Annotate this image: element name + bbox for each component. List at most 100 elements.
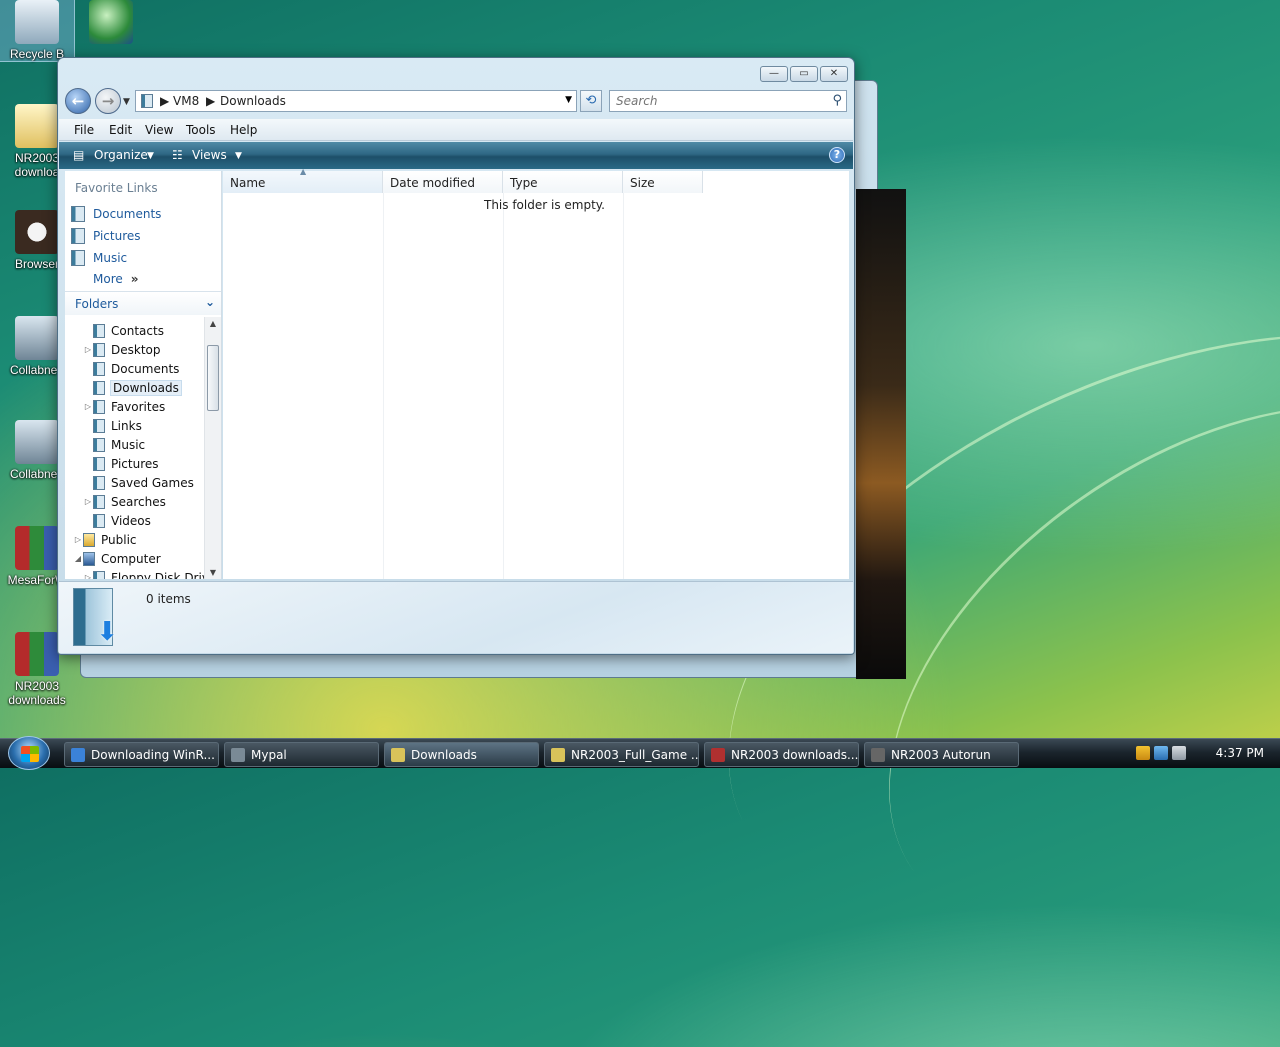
folders-header[interactable]: Folders ⌄ (65, 291, 221, 315)
folder-tree-item[interactable]: Music (83, 435, 145, 454)
downloads-folder-icon: ⬇ (73, 588, 118, 647)
item-count: 0 items (146, 592, 191, 606)
taskbar-button[interactable]: NR2003 Autorun (864, 742, 1019, 767)
favorite-more[interactable]: More » (93, 272, 139, 286)
favorite-documents[interactable]: Documents (71, 206, 161, 222)
music-icon (71, 250, 85, 266)
folder-tree-item[interactable]: ▷ Searches (83, 492, 166, 511)
folder-tree-item[interactable]: Downloads (83, 378, 182, 397)
back-button[interactable]: ← (65, 88, 91, 114)
menu-tools[interactable]: Tools (186, 123, 216, 137)
folder-tree-item[interactable]: Contacts (83, 321, 164, 340)
volume-muted-icon[interactable] (1172, 746, 1186, 760)
navigation-pane: Favorite Links Documents Pictures Music … (65, 171, 222, 579)
column-size[interactable]: Size (623, 171, 703, 193)
folder-tree-item[interactable]: ▷ Favorites (83, 397, 165, 416)
menu-file[interactable]: File (74, 123, 94, 137)
refresh-button[interactable]: ⟲ (580, 90, 602, 112)
app-icon (71, 747, 85, 762)
start-button[interactable] (8, 736, 50, 770)
breadcrumb-separator[interactable]: ▶ (206, 94, 215, 108)
views-dropdown-icon[interactable]: ▼ (235, 151, 242, 161)
column-divider (503, 193, 504, 579)
taskbar-button-label: NR2003_Full_Game ... (571, 747, 699, 762)
taskbar-button[interactable]: Mypal (224, 742, 379, 767)
folder-tree-label: Videos (111, 513, 151, 528)
network-icon[interactable] (1154, 746, 1168, 760)
desktop-icon-label: NR2003 downloads (8, 679, 66, 707)
favorite-pictures[interactable]: Pictures (71, 228, 141, 244)
menu-view[interactable]: View (145, 123, 173, 137)
expander-icon[interactable]: ▷ (83, 345, 93, 354)
scroll-down-icon[interactable]: ▼ (205, 568, 221, 577)
menu-edit[interactable]: Edit (109, 123, 132, 137)
network-globe-icon (89, 0, 133, 44)
expander-icon[interactable]: ▷ (83, 402, 93, 411)
desktop-icon[interactable] (74, 0, 148, 47)
folder-tree-item[interactable]: Videos (83, 511, 151, 530)
address-bar[interactable]: ▶ VM8 ▶ Downloads ▼ (135, 90, 577, 112)
folder-tree-item[interactable]: ◢ Computer (73, 549, 161, 568)
caption-buttons: — ▭ ✕ (760, 66, 848, 82)
favorite-music[interactable]: Music (71, 250, 127, 266)
expander-icon[interactable]: ▷ (83, 497, 93, 506)
taskbar-button[interactable]: NR2003 downloads.... (704, 742, 859, 767)
collapse-chevron-icon[interactable]: ⌄ (205, 295, 215, 309)
taskbar-button[interactable]: Downloading WinR... (64, 742, 219, 767)
column-name[interactable]: ▲ Name (223, 167, 383, 193)
file-list[interactable]: ▲ Name Date modified Type Size This fold… (223, 167, 849, 579)
breadcrumb-separator[interactable]: ▶ (160, 94, 169, 108)
search-input[interactable] (614, 92, 814, 110)
column-name-label: Name (230, 176, 266, 190)
expander-icon[interactable]: ▷ (73, 535, 83, 544)
search-box[interactable]: ⚲ (609, 90, 847, 112)
folder-icon (93, 570, 105, 579)
folder-tree-item[interactable]: ▷ Floppy Disk Drive (83, 568, 205, 579)
clock[interactable]: 4:37 PM (1216, 746, 1264, 760)
breadcrumb-vm8[interactable]: VM8 (173, 94, 199, 108)
taskbar-button[interactable]: NR2003_Full_Game ... (544, 742, 699, 767)
scroll-up-icon[interactable]: ▲ (205, 319, 221, 328)
desktop-icon[interactable]: Recycle B (0, 0, 75, 62)
organize-dropdown-icon[interactable]: ▼ (147, 151, 154, 161)
folder-icon (93, 418, 105, 433)
organize-button[interactable]: Organize (94, 148, 148, 162)
forward-button[interactable]: → (95, 88, 121, 114)
app-icon (231, 747, 245, 762)
menu-help[interactable]: Help (230, 123, 257, 137)
folder-tree-item[interactable]: Saved Games (83, 473, 194, 492)
help-icon[interactable]: ? (829, 147, 845, 163)
taskbar-button[interactable]: Downloads (384, 742, 539, 767)
security-shield-icon[interactable] (1136, 746, 1150, 760)
folder-tree-label: Saved Games (111, 475, 194, 490)
favorite-label: Pictures (93, 229, 141, 243)
minimize-button[interactable]: — (760, 66, 788, 82)
favorite-label: Documents (93, 207, 162, 221)
column-type[interactable]: Type (503, 171, 623, 193)
folder-tree-label: Documents (111, 361, 180, 376)
expander-icon[interactable]: ▷ (83, 573, 93, 579)
folder-tree-item[interactable]: Pictures (83, 454, 159, 473)
folder-tree-label: Downloads (110, 379, 182, 396)
close-button[interactable]: ✕ (820, 66, 848, 82)
folder-tree-item[interactable]: ▷ Public (73, 530, 137, 549)
folder-icon (93, 437, 105, 452)
maximize-button[interactable]: ▭ (790, 66, 818, 82)
app-icon (391, 747, 405, 762)
favorite-links-header: Favorite Links (75, 181, 158, 195)
address-dropdown-icon[interactable]: ▼ (565, 95, 572, 105)
recent-pages-dropdown-icon[interactable]: ▼ (123, 97, 130, 107)
folder-tree-item[interactable]: ▷ Desktop (83, 340, 161, 359)
scrollbar-thumb[interactable] (207, 345, 219, 411)
breadcrumb-downloads[interactable]: Downloads (220, 94, 286, 108)
taskbar-button-label: Downloads (411, 747, 477, 762)
folder-tree-item[interactable]: Links (83, 416, 142, 435)
column-date-modified[interactable]: Date modified (383, 171, 503, 193)
views-button[interactable]: Views (192, 148, 227, 162)
folder-tree-item[interactable]: Documents (83, 359, 179, 378)
expander-icon[interactable]: ◢ (73, 554, 83, 563)
folder-tree-scrollbar[interactable]: ▲ ▼ (204, 317, 221, 579)
search-icon[interactable]: ⚲ (832, 93, 842, 108)
taskbar-button-label: Downloading WinR... (91, 747, 215, 762)
folder-icon (93, 475, 105, 490)
